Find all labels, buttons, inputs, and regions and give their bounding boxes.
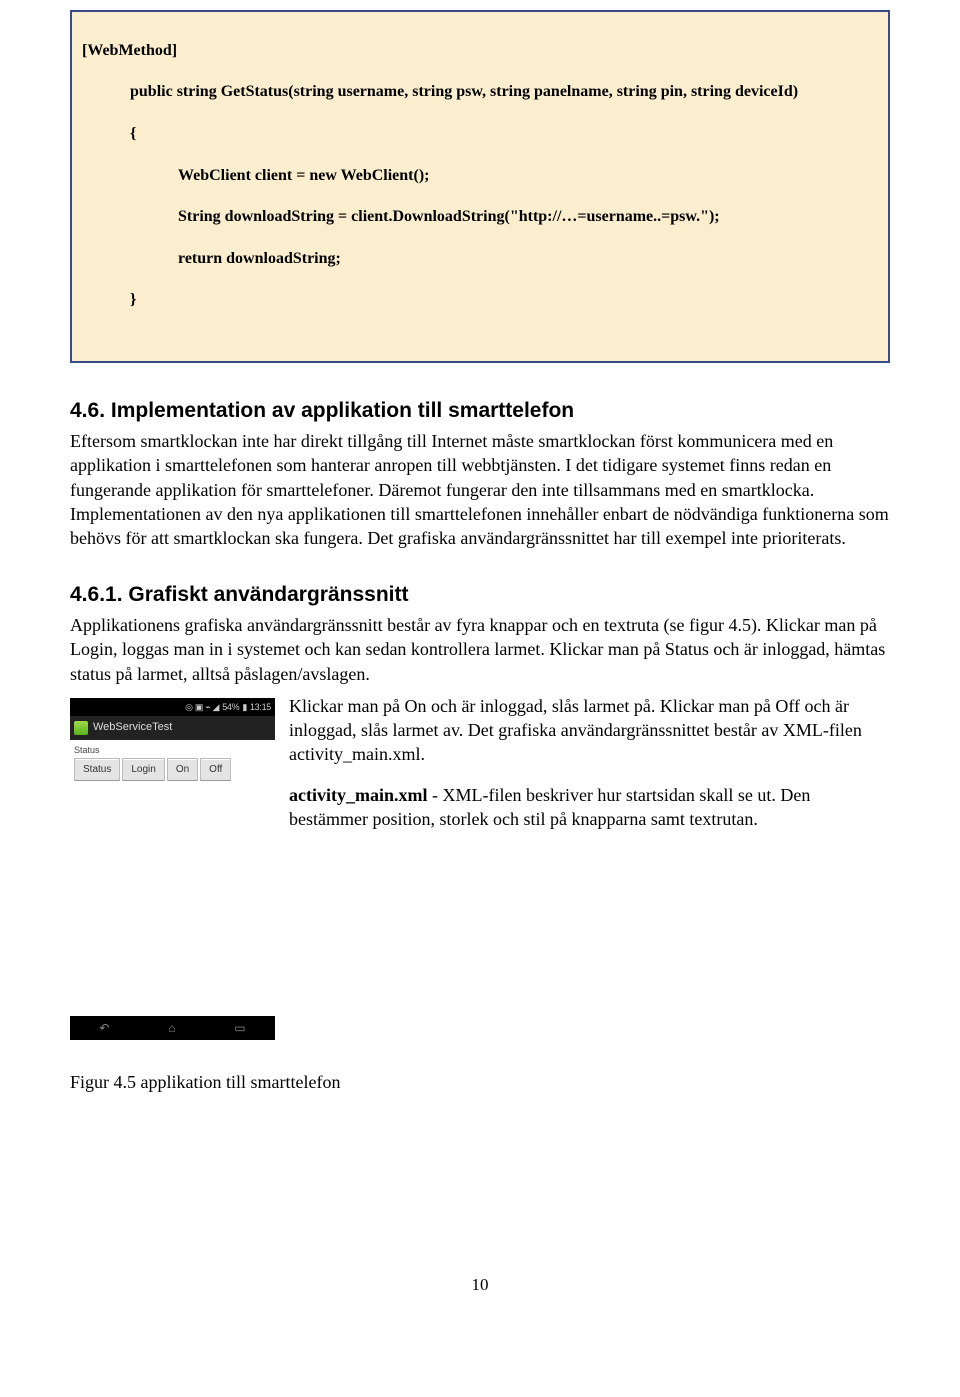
app-icon: [74, 721, 88, 735]
figure-text-wrap: ◎ ▣ ⌁ ◢ 54% ▮ 13:15 WebServiceTest Statu…: [70, 694, 890, 1040]
android-navbar: ↶ ⌂ ▭: [70, 1016, 275, 1040]
on-button[interactable]: On: [167, 758, 198, 782]
subsection-title: Grafiskt användargränssnitt: [128, 583, 408, 606]
battery-icon: ▮: [242, 701, 247, 713]
phone-frame: ◎ ▣ ⌁ ◢ 54% ▮ 13:15 WebServiceTest Statu…: [70, 698, 275, 1040]
code-box: [WebMethod] public string GetStatus(stri…: [70, 10, 890, 363]
app-title: WebServiceTest: [93, 720, 172, 735]
page-number: 10: [70, 1274, 890, 1297]
code-line: }: [82, 290, 878, 311]
page: [WebMethod] public string GetStatus(stri…: [0, 0, 960, 1337]
subsection-body-1: Applikationens grafiska användargränssni…: [70, 613, 890, 686]
battery-percent: 54%: [222, 701, 239, 713]
phone-screenshot: ◎ ▣ ⌁ ◢ 54% ▮ 13:15 WebServiceTest Statu…: [70, 698, 275, 1040]
code-line: [WebMethod]: [82, 41, 878, 62]
home-icon[interactable]: ⌂: [168, 1020, 175, 1036]
subsection-number: 4.6.1.: [70, 583, 123, 606]
statusbar-icons: ◎ ▣ ⌁ ◢: [185, 701, 219, 713]
app-content: Status Status Login On Off: [70, 740, 275, 1020]
section-number: 4.6.: [70, 399, 105, 422]
code-line: return downloadString;: [82, 249, 878, 270]
section-body: Eftersom smartklockan inte har direkt ti…: [70, 429, 890, 550]
status-button[interactable]: Status: [74, 758, 120, 782]
android-statusbar: ◎ ▣ ⌁ ◢ 54% ▮ 13:15: [70, 698, 275, 716]
recent-icon[interactable]: ▭: [234, 1020, 245, 1036]
section-title: Implementation av applikation till smart…: [111, 399, 574, 422]
login-button[interactable]: Login: [122, 758, 164, 782]
off-button[interactable]: Off: [200, 758, 231, 782]
code-line: {: [82, 124, 878, 145]
back-icon[interactable]: ↶: [99, 1020, 109, 1036]
subsection-heading: 4.6.1. Grafiskt användargränssnitt: [70, 581, 890, 609]
clock-text: 13:15: [250, 701, 271, 713]
status-text: Status: [72, 742, 273, 758]
code-line: public string GetStatus(string username,…: [82, 82, 878, 103]
code-line: String downloadString = client.DownloadS…: [82, 207, 878, 228]
filename-bold: activity_main.xml: [289, 785, 427, 805]
figure-caption: Figur 4.5 applikation till smarttelefon: [70, 1070, 890, 1094]
app-titlebar: WebServiceTest: [70, 716, 275, 740]
section-heading: 4.6. Implementation av applikation till …: [70, 397, 890, 425]
code-line: WebClient client = new WebClient();: [82, 166, 878, 187]
button-row: Status Login On Off: [72, 758, 273, 782]
